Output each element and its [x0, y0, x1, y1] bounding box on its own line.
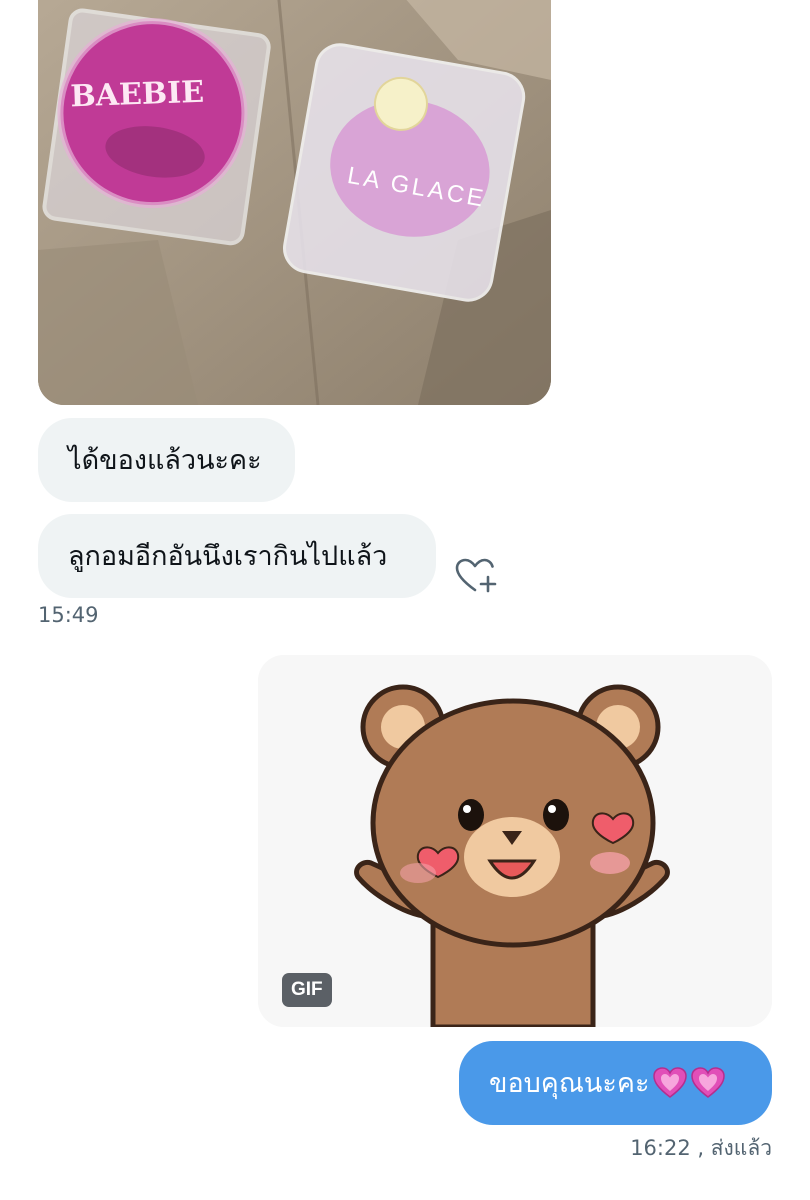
- pink-heart-emoji-icon: [653, 1067, 688, 1098]
- outgoing-message-bubble[interactable]: ขอบคุณนะคะ: [459, 1041, 772, 1125]
- incoming-message-text: ได้ของแล้วนะคะ: [68, 444, 262, 476]
- incoming-message-bubble[interactable]: ได้ของแล้วนะคะ: [38, 418, 295, 502]
- pink-heart-emoji-icon: [691, 1067, 726, 1098]
- photo-image: BAEBIE LA GLACE: [38, 0, 551, 405]
- bear-sticker-image: [258, 655, 772, 1027]
- outgoing-message-text: ขอบคุณนะคะ: [489, 1067, 650, 1099]
- incoming-message-text: ลูกอมอีกอันนึงเรากินไปแล้ว: [68, 540, 388, 572]
- heart-plus-icon[interactable]: [455, 558, 497, 594]
- incoming-photo[interactable]: BAEBIE LA GLACE: [38, 0, 551, 405]
- gif-badge: GIF: [282, 973, 332, 1007]
- outgoing-status: 16:22 , ส่งแล้ว: [630, 1136, 772, 1160]
- incoming-timestamp: 15:49: [38, 603, 99, 627]
- brand-left-text: BAEBIE: [70, 75, 205, 115]
- outgoing-gif[interactable]: GIF: [258, 655, 772, 1027]
- incoming-message-bubble[interactable]: ลูกอมอีกอันนึงเรากินไปแล้ว: [38, 514, 436, 598]
